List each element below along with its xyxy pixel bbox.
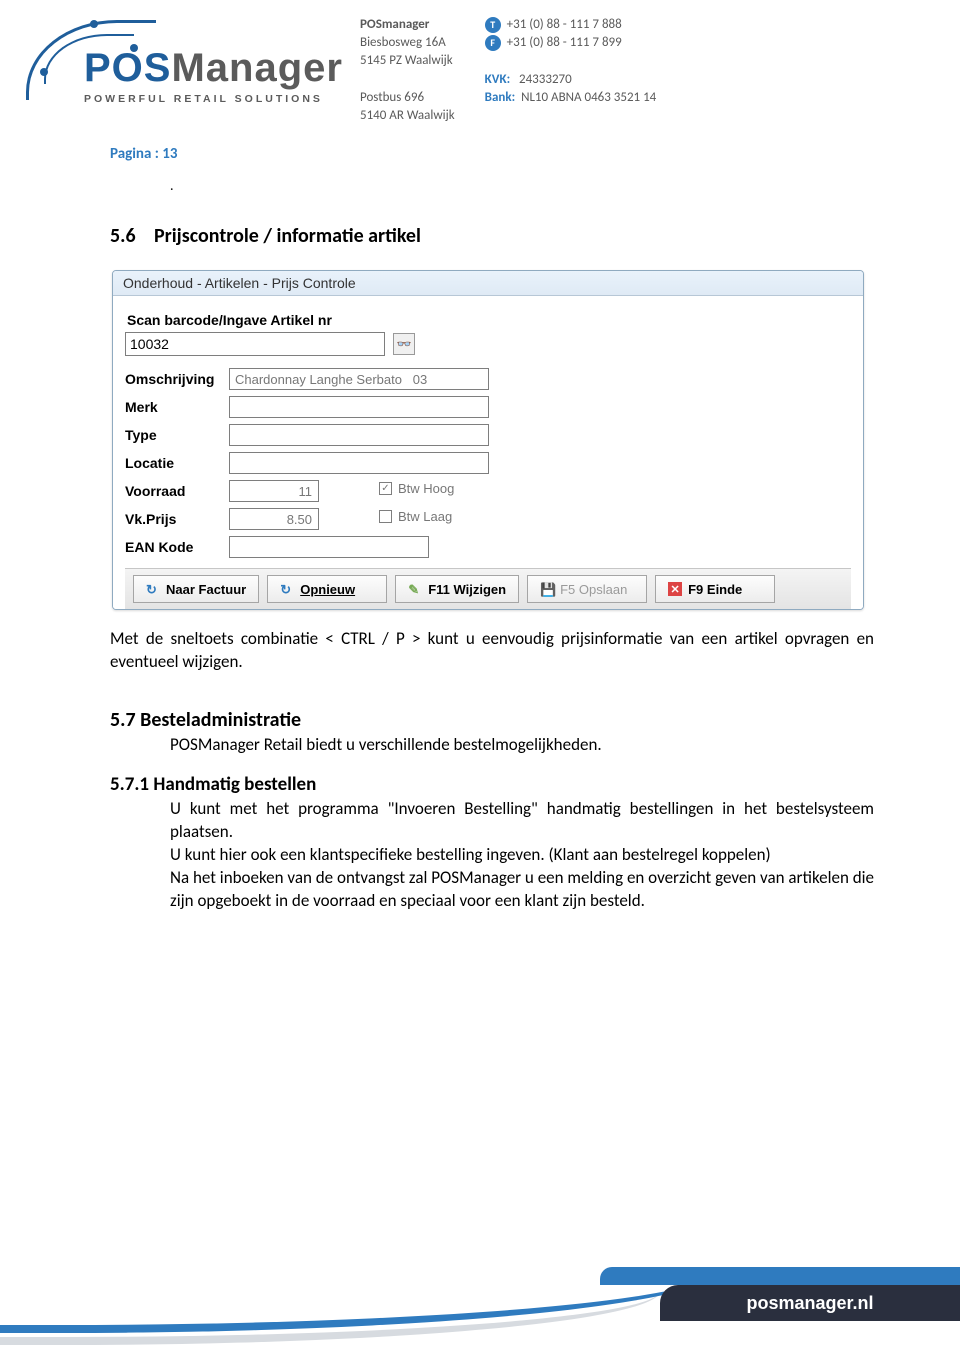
document-body: 5.6 Prijscontrole / informatie artikel O… xyxy=(0,194,960,913)
field-vkprijs[interactable] xyxy=(229,508,319,530)
logo-tagline: POWERFUL RETAIL SOLUTIONS xyxy=(84,93,343,105)
field-omschrijving[interactable] xyxy=(229,368,489,390)
postbox-line: 5140 AR Waalwijk xyxy=(360,108,455,123)
address-line: 5145 PZ Waalwijk xyxy=(360,53,453,68)
checkbox-icon xyxy=(379,510,392,523)
fax-number: +31 (0) 88 - 111 7 899 xyxy=(507,35,622,50)
field-voorraad[interactable] xyxy=(229,480,319,502)
kvk-label: KVK: xyxy=(485,72,511,87)
toolbar-opnieuw-button[interactable]: ↻ Opnieuw xyxy=(267,575,387,603)
kvk-value: 24333270 xyxy=(519,72,572,87)
field-label-merk: Merk xyxy=(125,399,229,415)
section-5.7-paragraph: POSManager Retail biedt u verschillende … xyxy=(170,734,874,757)
page-number: Pagina : 13 xyxy=(110,145,960,163)
letterhead: POSManager POWERFUL RETAIL SOLUTIONS POS… xyxy=(0,0,960,125)
button-label: Naar Factuur xyxy=(166,582,246,597)
section-number: 5.6 xyxy=(110,224,154,248)
address-line: Biesbosweg 16A xyxy=(360,35,446,50)
footer-url: posmanager.nl xyxy=(660,1285,960,1321)
toolbar-einde-button[interactable]: ✕ F9 Einde xyxy=(655,575,775,603)
save-icon: 💾 xyxy=(540,582,554,596)
refresh-icon: ↻ xyxy=(146,582,160,596)
checkbox-label: Btw Hoog xyxy=(398,481,454,496)
section-5.6-paragraph: Met de sneltoets combinatie < CTRL / P >… xyxy=(110,628,874,674)
section-5.7.1-heading: 5.7.1 Handmatig bestellen xyxy=(110,773,874,796)
bank-label: Bank: xyxy=(485,90,516,105)
company-name-small: POSmanager xyxy=(360,17,429,32)
checkbox-icon: ✓ xyxy=(379,482,392,495)
phone-number: +31 (0) 88 - 111 7 888 xyxy=(507,17,622,32)
section-title: Prijscontrole / informatie artikel xyxy=(154,224,421,248)
logo-graphic: POSManager POWERFUL RETAIL SOLUTIONS xyxy=(30,18,360,108)
field-label-ean: EAN Kode xyxy=(125,539,229,555)
button-label: F11 Wijzigen xyxy=(428,582,506,597)
section-5.7.1-para1: U kunt met het programma "Invoeren Beste… xyxy=(170,798,874,844)
checkbox-btw-hoog[interactable]: ✓ Btw Hoog xyxy=(379,481,454,496)
window-body: Scan barcode/Ingave Artikel nr 👓 Omschri… xyxy=(113,296,863,609)
field-locatie[interactable] xyxy=(229,452,489,474)
button-label: F9 Einde xyxy=(688,582,742,597)
scan-label: Scan barcode/Ingave Artikel nr xyxy=(127,312,851,328)
header-phone-block: T +31 (0) 88 - 111 7 888 F +31 (0) 88 - 11… xyxy=(485,16,657,125)
bank-value: NL10 ABNA 0463 3521 14 xyxy=(521,90,656,105)
field-label-locatie: Locatie xyxy=(125,455,229,471)
logo-company-name: Manager xyxy=(171,46,343,90)
binoculars-icon: 👓 xyxy=(397,337,412,351)
page-footer: posmanager.nl xyxy=(0,1251,960,1321)
field-label-omschrijving: Omschrijving xyxy=(125,371,229,387)
app-window-prijscontrole: Onderhoud - Artikelen - Prijs Controle S… xyxy=(112,270,864,610)
field-label-voorraad: Voorraad xyxy=(125,483,229,499)
close-icon: ✕ xyxy=(668,582,682,596)
field-label-type: Type xyxy=(125,427,229,443)
section-5.7-heading: 5.7 Besteladministratie xyxy=(110,708,874,732)
footer-stripe-blue xyxy=(600,1267,960,1285)
window-titlebar: Onderhoud - Artikelen - Prijs Controle xyxy=(113,271,863,296)
scan-barcode-input[interactable] xyxy=(125,332,385,356)
stray-dot: . xyxy=(170,177,960,194)
window-toolbar: ↻ Naar Factuur ↻ Opnieuw ✎ F11 Wijzigen … xyxy=(125,568,851,609)
postbox-line: Postbus 696 xyxy=(360,90,424,105)
button-label: F5 Opslaan xyxy=(560,582,627,597)
toolbar-opslaan-button[interactable]: 💾 F5 Opslaan xyxy=(527,575,647,603)
checkbox-label: Btw Laag xyxy=(398,509,452,524)
section-5.7.1-para3: Na het inboeken van de ontvangst zal POS… xyxy=(170,867,874,913)
field-ean[interactable] xyxy=(229,536,429,558)
field-label-vkprijs: Vk.Prijs xyxy=(125,511,229,527)
header-address-1: POSmanager Biesbosweg 16A 5145 PZ Waalwi… xyxy=(360,16,455,125)
field-type[interactable] xyxy=(229,424,489,446)
phone-icon: T xyxy=(485,17,501,33)
toolbar-naar-factuur-button[interactable]: ↻ Naar Factuur xyxy=(133,575,259,603)
fax-icon: F xyxy=(485,35,501,51)
section-5.7.1-para2: U kunt hier ook een klantspecifieke best… xyxy=(170,844,874,867)
refresh-icon: ↻ xyxy=(280,582,294,596)
search-button[interactable]: 👓 xyxy=(393,333,415,355)
section-5.6-heading: 5.6 Prijscontrole / informatie artikel xyxy=(110,224,874,248)
pencil-icon: ✎ xyxy=(408,582,422,596)
header-contact: POSmanager Biesbosweg 16A 5145 PZ Waalwi… xyxy=(360,10,930,125)
checkbox-btw-laag[interactable]: Btw Laag xyxy=(379,509,452,524)
logo-block: POSManager POWERFUL RETAIL SOLUTIONS xyxy=(30,10,360,108)
toolbar-wijzigen-button[interactable]: ✎ F11 Wijzigen xyxy=(395,575,519,603)
button-label: Opnieuw xyxy=(300,582,355,597)
field-merk[interactable] xyxy=(229,396,489,418)
